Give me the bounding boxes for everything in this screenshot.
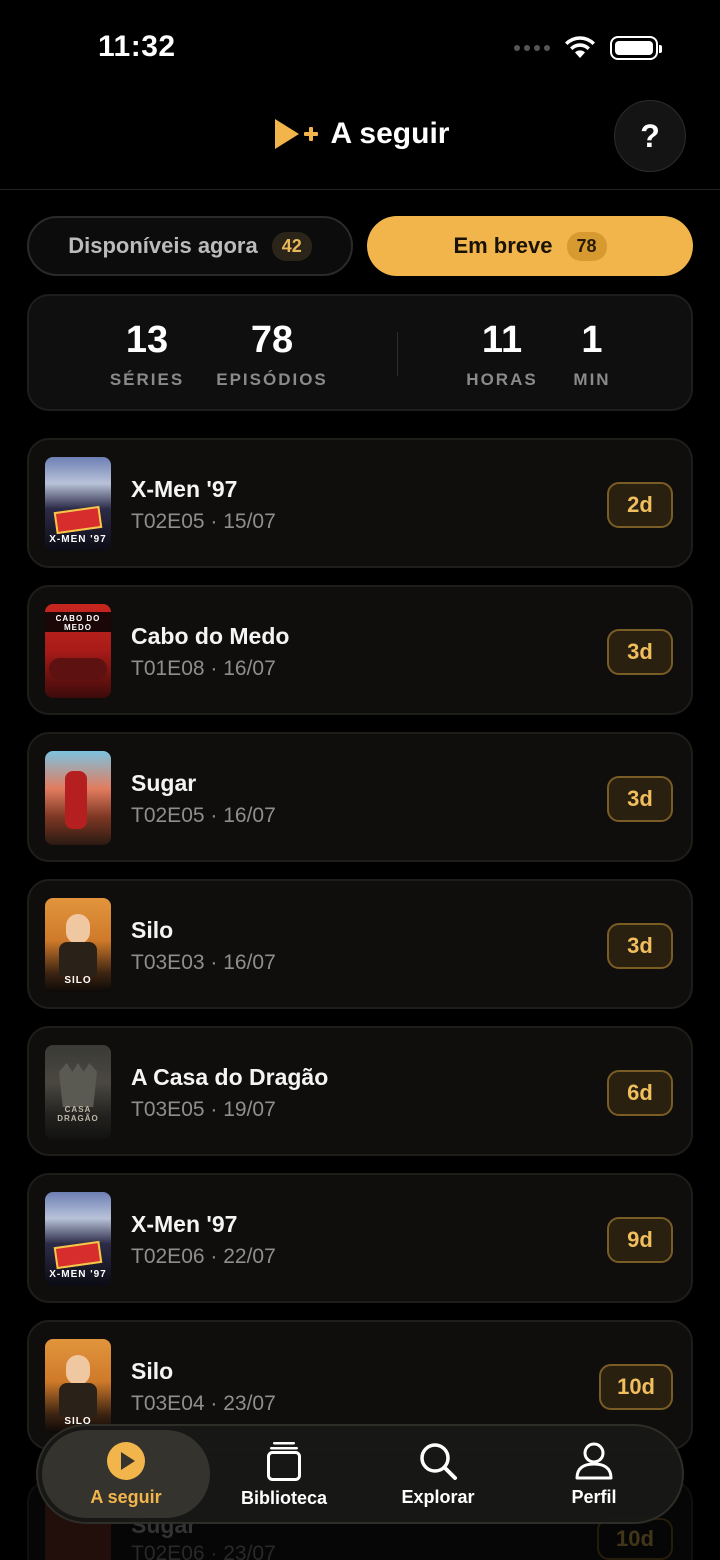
wifi-icon [565,36,595,58]
poster-image: X-MEN '97 [45,1192,111,1286]
tab-upcoming-label: Em breve [453,233,553,258]
days-left-badge: 3d [607,776,673,822]
tab-library-label: Biblioteca [240,1487,328,1508]
list-item[interactable]: Sugar T02E05 · 16/07 3d [27,732,693,862]
bottom-tab-bar: A seguir Biblioteca Explorar Perfil [36,1424,684,1524]
stat-series-label: SÉRIES [109,370,185,389]
episode-subtitle: T03E05 · 19/07 [131,1098,276,1121]
episode-title: Sugar [131,770,197,796]
days-left-badge: 10d [599,1364,673,1410]
tab-next-up[interactable]: A seguir [42,1430,210,1518]
stat-minutes-label: MIN [573,370,611,389]
cellular-signal-icon [514,45,550,51]
list-item[interactable]: X-MEN '97 X-Men '97 T02E06 · 22/07 9d [27,1173,693,1303]
days-left-badge: 10d [597,1518,673,1560]
available-count-badge: 42 [271,231,312,261]
episode-title: Cabo do Medo [131,623,290,649]
poster-image [45,751,111,845]
battery-icon [610,36,662,60]
library-icon [267,1441,301,1481]
list-item[interactable]: X-MEN '97 X-Men '97 T02E05 · 15/07 2d [27,438,693,568]
search-icon [420,1442,457,1480]
profile-icon [575,1442,613,1479]
stat-series-value: 13 [125,319,169,361]
poster-image: CABO DO MEDO [45,604,111,698]
status-icons [514,36,662,60]
tab-explore[interactable]: Explorar [354,1430,522,1518]
episode-title: Silo [131,917,174,943]
app-logo-icon [274,119,318,149]
episode-subtitle: T03E03 · 16/07 [131,951,276,974]
stat-hours: 11 HORAS [463,318,541,390]
header-title-group: A seguir [0,116,720,152]
page-title: A seguir [330,117,450,150]
days-left-badge: 3d [607,629,673,675]
tab-available-now-label: Disponíveis agora [68,233,258,258]
episode-title: Silo [131,1358,174,1384]
status-bar: 11:32 [0,0,720,96]
episode-list: X-MEN '97 X-Men '97 T02E05 · 15/07 2d CA… [27,438,693,1467]
stat-series: 13 SÉRIES [109,318,185,390]
tab-explore-label: Explorar [401,1486,475,1507]
stat-episodes: 78 EPISÓDIOS [212,318,332,390]
episode-title: X-Men '97 [131,1211,238,1237]
episode-subtitle: T02E05 · 15/07 [131,510,276,533]
episode-subtitle: T01E08 · 16/07 [131,657,276,680]
play-circle-icon [107,1441,145,1480]
episode-subtitle: T03E04 · 23/07 [131,1392,276,1415]
poster-image: X-MEN '97 [45,457,111,551]
tab-profile-label: Perfil [571,1486,617,1507]
days-left-badge: 6d [607,1070,673,1116]
stat-episodes-value: 78 [250,319,294,361]
tab-profile[interactable]: Perfil [510,1430,678,1518]
days-left-badge: 3d [607,923,673,969]
poster-image: CASA DRAGÃO [45,1045,111,1139]
poster-image: SILO [45,898,111,992]
header: A seguir ? [0,96,720,190]
status-time: 11:32 [98,30,176,63]
stats-divider [397,332,398,376]
poster-image: SILO [45,1339,111,1433]
days-left-badge: 9d [607,1217,673,1263]
stat-minutes-value: 1 [581,319,603,361]
help-button[interactable]: ? [614,100,686,172]
list-item[interactable]: CABO DO MEDO Cabo do Medo T01E08 · 16/07… [27,585,693,715]
stat-hours-value: 11 [481,319,523,361]
stat-hours-label: HORAS [466,370,538,389]
episode-subtitle: T02E06 · 22/07 [131,1245,276,1268]
stat-minutes: 1 MIN [565,318,619,390]
episode-title: A Casa do Dragão [131,1064,329,1090]
days-left-badge: 2d [607,482,673,528]
list-item[interactable]: SILO Silo T03E03 · 16/07 3d [27,879,693,1009]
episode-title: X-Men '97 [131,476,238,502]
episode-subtitle: T02E06 · 23/07 [131,1542,276,1560]
list-item[interactable]: CASA DRAGÃO A Casa do Dragão T03E05 · 19… [27,1026,693,1156]
tab-library[interactable]: Biblioteca [200,1430,368,1518]
stats-summary-card: 13 SÉRIES 78 EPISÓDIOS 11 HORAS 1 MIN [27,294,693,411]
stat-episodes-label: EPISÓDIOS [216,370,328,389]
episode-subtitle: T02E05 · 16/07 [131,804,276,827]
tab-upcoming[interactable]: Em breve 78 [367,216,693,276]
upcoming-count-badge: 78 [566,231,607,261]
tab-available-now[interactable]: Disponíveis agora 42 [27,216,353,276]
tab-next-up-label: A seguir [90,1486,162,1507]
